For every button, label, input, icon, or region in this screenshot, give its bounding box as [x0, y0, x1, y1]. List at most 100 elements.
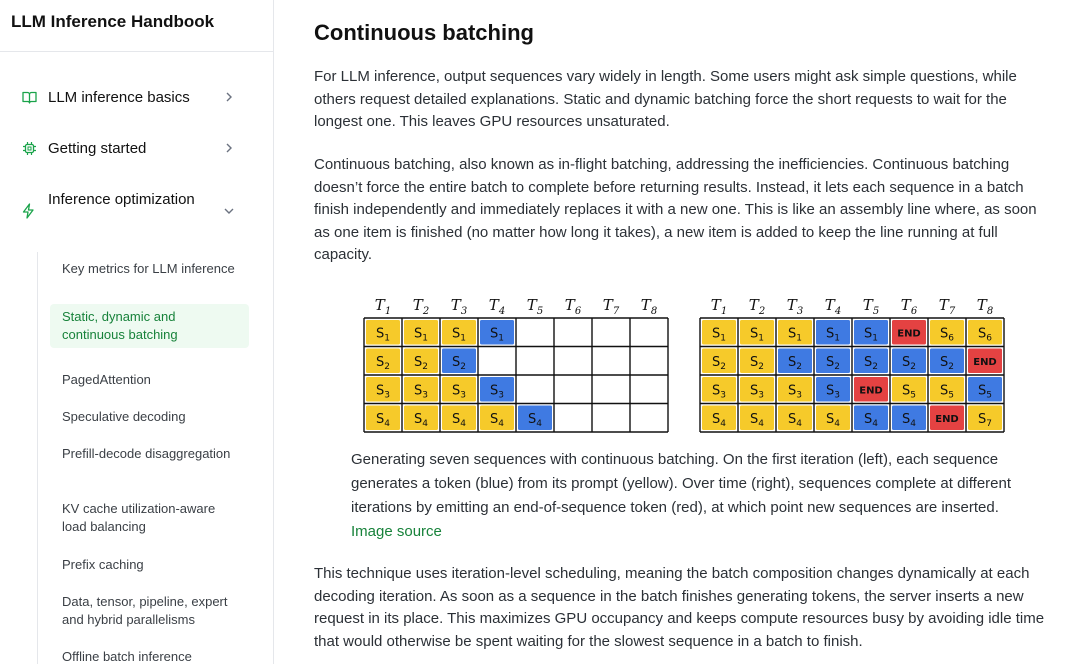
site-title[interactable]: LLM Inference Handbook	[0, 0, 273, 52]
right-grid-cell-generated: S2	[930, 348, 964, 373]
svg-text:END: END	[973, 357, 997, 368]
sidebar-item-inference-optimization[interactable]: Inference optimization	[12, 189, 254, 221]
right-grid-column-label: T6	[901, 296, 918, 317]
left-grid-cell-prompt: S1	[366, 320, 400, 345]
left-grid-column-label: T5	[527, 296, 543, 317]
right-grid-cell-prompt: S4	[740, 405, 774, 430]
left-batching-grid: T1 T2 T3 T4 T5 T6 T7 T8S1 S1 S1 S1S2 S2 S2S3 S3 S3 S3S4…	[363, 296, 669, 433]
right-grid-cell-prompt: S5	[892, 377, 926, 402]
caption-text: Generating seven sequences with continuo…	[351, 451, 1012, 516]
right-grid-cell-end: END	[854, 377, 888, 402]
svg-text:END: END	[897, 328, 921, 339]
sidebar-item-label: Inference optimization	[48, 191, 195, 208]
subnav-inference-optimization: Key metrics for LLM inference Static, dy…	[37, 252, 253, 664]
right-grid-cell-generated: S3	[816, 377, 850, 402]
right-grid-cell-prompt: S4	[778, 405, 812, 430]
right-grid-cell-prompt: S2	[702, 348, 736, 373]
left-grid-cell-generated: S4	[518, 405, 552, 430]
left-grid-cell-prompt: S4	[480, 405, 514, 430]
right-grid-cell-generated: S1	[854, 320, 888, 345]
sidebar-item-getting-started[interactable]: Getting started	[12, 138, 254, 160]
left-grid-cell-prompt: S2	[366, 348, 400, 373]
right-grid-column-label: T5	[863, 296, 879, 317]
book-icon	[22, 87, 46, 107]
left-grid-column-label: T1	[375, 296, 391, 317]
paragraph-3: This technique uses iteration-level sche…	[314, 565, 1045, 650]
left-grid-cell-prompt: S4	[442, 405, 476, 430]
right-grid-cell-generated: S5	[968, 377, 1002, 402]
left-grid-cell-prompt: S4	[404, 405, 438, 430]
right-grid-cell-prompt: S1	[778, 320, 812, 345]
left-grid-cell-generated: S3	[480, 377, 514, 402]
sidebar-subitem-batching[interactable]: Static, dynamic and continuous batching	[50, 304, 249, 348]
left-grid-column-label: T6	[565, 296, 582, 317]
left-grid-column-label: T3	[451, 296, 467, 317]
right-grid-cell-generated: S2	[778, 348, 812, 373]
paragraph-1: For LLM inference, output sequences vary…	[314, 68, 1017, 130]
right-grid-cell-prompt: S6	[968, 320, 1002, 345]
right-grid-cell-prompt: S5	[930, 377, 964, 402]
sidebar-subitem-speculative-decoding[interactable]: Speculative decoding	[50, 404, 249, 430]
sidebar-subitem-prefill-decode[interactable]: Prefill-decode disaggregation	[50, 441, 249, 467]
right-grid-cell-prompt: S3	[702, 377, 736, 402]
chevron-right-icon	[222, 89, 236, 105]
right-grid-cell-end: END	[930, 405, 964, 430]
sidebar-subitem-parallelisms[interactable]: Data, tensor, pipeline, expert and hybri…	[50, 589, 249, 633]
chevron-right-icon	[222, 140, 236, 156]
right-grid-column-label: T3	[787, 296, 803, 317]
svg-text:END: END	[859, 385, 883, 396]
right-grid-cell-generated: S2	[816, 348, 850, 373]
left-grid-cell-generated: S1	[480, 320, 514, 345]
sidebar-subitem-pagedattention[interactable]: PagedAttention	[50, 367, 249, 393]
left-grid-column-label: T4	[489, 296, 505, 317]
left-grid-cell-generated: S2	[442, 348, 476, 373]
figure-caption: Generating seven sequences with continuo…	[351, 448, 1031, 544]
right-grid-cell-prompt: S3	[778, 377, 812, 402]
left-grid-column-label: T2	[413, 296, 429, 317]
right-grid-column-label: T1	[711, 296, 727, 317]
right-grid-cell-prompt: S2	[740, 348, 774, 373]
paragraph-2: Continuous batching, also known as in-fl…	[314, 156, 1037, 263]
left-grid-column-label: T8	[641, 296, 657, 317]
chip-icon	[22, 138, 46, 158]
right-grid-cell-generated: S2	[854, 348, 888, 373]
sidebar-item-label: LLM inference basics	[48, 89, 190, 106]
right-grid-cell-prompt: S7	[968, 405, 1002, 430]
right-grid-column-label: T8	[977, 296, 993, 317]
image-source-link[interactable]: Image source	[351, 523, 442, 540]
left-grid-cell-prompt: S4	[366, 405, 400, 430]
sidebar: LLM Inference Handbook LLM inference bas…	[0, 0, 274, 664]
right-batching-grid: T1 T2 T3 T4 T5 T6 T7 T8S1 S1 S1 S1 S1 END S6 S6S2 S2 S2 S…	[699, 296, 1005, 433]
right-grid-cell-prompt: S4	[702, 405, 736, 430]
sidebar-item-llm-inference-basics[interactable]: LLM inference basics	[12, 87, 254, 109]
right-grid-cell-end: END	[968, 348, 1002, 373]
right-grid-cell-prompt: S6	[930, 320, 964, 345]
sidebar-subitem-key-metrics[interactable]: Key metrics for LLM inference	[50, 256, 249, 282]
right-grid-cell-prompt: S3	[740, 377, 774, 402]
page-title: Continuous batching	[314, 20, 534, 45]
left-grid-cell-prompt: S3	[442, 377, 476, 402]
sidebar-subitem-kv-cache-load-balancing[interactable]: KV cache utilization-aware load balancin…	[50, 496, 249, 540]
left-grid-cell-prompt: S2	[404, 348, 438, 373]
right-grid-cell-generated: S2	[892, 348, 926, 373]
right-grid-cell-prompt: S1	[740, 320, 774, 345]
left-grid-cell-prompt: S3	[366, 377, 400, 402]
sidebar-subitem-offline-batch[interactable]: Offline batch inference	[50, 644, 249, 670]
left-grid-cell-prompt: S3	[404, 377, 438, 402]
left-grid-cell-prompt: S1	[404, 320, 438, 345]
sidebar-subitem-prefix-caching[interactable]: Prefix caching	[50, 552, 249, 578]
right-grid-cell-end: END	[892, 320, 926, 345]
left-grid-column-label: T7	[603, 296, 620, 317]
svg-text:END: END	[935, 414, 959, 425]
right-grid-column-label: T2	[749, 296, 765, 317]
right-grid-cell-generated: S1	[816, 320, 850, 345]
chevron-down-icon	[222, 203, 236, 219]
sidebar-item-label: Getting started	[48, 140, 147, 157]
right-grid-column-label: T7	[939, 296, 956, 317]
right-grid-column-label: T4	[825, 296, 841, 317]
zap-icon	[22, 201, 46, 221]
right-grid-cell-prompt: S4	[816, 405, 850, 430]
right-grid-cell-generated: S4	[854, 405, 888, 430]
left-grid-cell-prompt: S1	[442, 320, 476, 345]
right-grid-cell-generated: S4	[892, 405, 926, 430]
